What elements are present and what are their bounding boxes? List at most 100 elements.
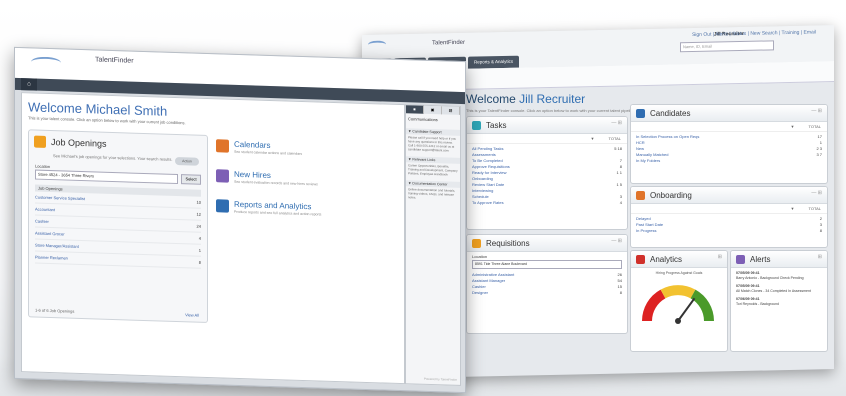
module-text: Reports and Analytics Produce reports and… <box>234 200 321 217</box>
location-select-button[interactable]: Select <box>181 174 201 185</box>
side-tab-2[interactable]: ▣ <box>424 105 442 115</box>
candidate-label: In My Folders <box>636 158 661 163</box>
requisitions-title: Requisitions <box>486 238 530 248</box>
main-content: Welcome Michael Smith This is your talen… <box>21 92 405 385</box>
onboarding-title: Onboarding <box>650 190 692 200</box>
manager-console-window: TalentFinder ⌂ Welcome Michael Smith Thi… <box>14 46 466 394</box>
requisition-label: Designer <box>472 290 489 295</box>
col-total: TOTAL <box>608 136 621 141</box>
alert-text: All Match Clones - 34 Completed In Asses… <box>736 288 811 293</box>
module-calendars[interactable]: Calendars See student calendar actions an… <box>216 139 302 156</box>
tasks-col-header: ▼ TOTAL <box>467 134 627 144</box>
job-count: 4 <box>198 235 201 241</box>
job-openings-action-button[interactable]: Action <box>175 156 199 166</box>
onboarding-col-header: ▼ TOTAL <box>631 204 827 214</box>
job-openings-list: Customer Service Specialist 10 Accountant 1… <box>29 191 207 269</box>
hiring-gauge <box>642 285 714 324</box>
product-name: TalentFinder <box>95 56 134 65</box>
gauge-red <box>642 289 666 322</box>
candidates-rows: In Selection Process on Open Reqs 17 HCR 1 N… <box>631 132 827 166</box>
panel-controls-icon[interactable]: ⊞ <box>718 254 722 260</box>
onboarding-rows: Delayed 2 Past Start Date 3 In Progress 8 <box>631 214 827 236</box>
company-logo <box>368 40 386 50</box>
job-count: 12 <box>196 211 201 217</box>
candidate-row[interactable]: In My Folders <box>636 158 822 164</box>
alert-list: 07/05/09 09:41 Barry Antonio - Background… <box>731 268 827 313</box>
alert-text: Tori Reynolds - Background <box>736 301 779 306</box>
panel-controls-icon[interactable]: ⊞ <box>818 254 822 260</box>
tasks-panel: Tasks — ⊞ ▼ TOTAL All Pending Tasks 5 18 As… <box>466 116 628 230</box>
side-tabs: ■ ▣ ▤ <box>406 105 460 115</box>
tasks-icon <box>472 120 481 130</box>
job-title: Cashier <box>35 218 49 224</box>
job-openings-count: 1-6 of 6 Job Openings <box>35 307 75 314</box>
powered-by: Powered by TalentFinder <box>423 376 457 382</box>
search-input[interactable]: Name, ID, Email <box>680 40 774 53</box>
alert-item[interactable]: 07/06/09 09:41 Tori Reynolds - Background <box>736 297 822 306</box>
side-tab-3[interactable]: ▤ <box>442 106 460 115</box>
candidates-header: Candidates <box>631 105 827 122</box>
side-tab-1[interactable]: ■ <box>406 105 424 114</box>
module-reports-analytics[interactable]: Reports and Analytics Produce reports and… <box>216 199 321 217</box>
requisitions-rows: Administrative Assistant 26 Assistant Mana… <box>467 270 627 298</box>
task-label: To Approve Rates <box>472 200 504 205</box>
alerts-title: Alerts <box>750 254 771 264</box>
gauge-green <box>690 289 714 322</box>
job-title: Customer Service Specialist <box>35 194 86 202</box>
welcome-prefix: Welcome <box>28 99 82 117</box>
gauge-yellow <box>660 285 696 299</box>
col-total: TOTAL <box>808 206 821 211</box>
tasks-rows: All Pending Tasks 5 18 Assessments To Be Co… <box>467 144 627 208</box>
job-title: Store Manager/Assistant <box>35 242 79 249</box>
side-section-text: Career Opportunities, Benefits, Training… <box>408 163 458 177</box>
task-values: 1 5 <box>616 182 622 187</box>
alerts-panel: Alerts ⊞ 07/05/09 09:41 Barry Antonio - B… <box>730 250 828 352</box>
panel-controls-icon[interactable]: — ⊞ <box>611 120 622 126</box>
alert-item[interactable]: 07/05/09 09:41 Barry Antonio - Background… <box>736 271 822 280</box>
module-text: Calendars See student calendar actions an… <box>234 140 302 156</box>
analytics-chart-title: Hiring Progress Against Goals <box>655 271 703 275</box>
requisitions-filter-label: Location <box>472 254 488 259</box>
requisition-row[interactable]: Designer 8 <box>472 290 622 296</box>
tab-reports-analytics[interactable]: Reports & Analytics <box>468 55 520 69</box>
welcome-name: Michael Smith <box>85 101 168 119</box>
gauge-needle <box>677 297 696 322</box>
view-all-link[interactable]: View All <box>185 312 199 317</box>
new-hires-icon <box>216 169 229 183</box>
job-count: 1 <box>198 247 201 253</box>
alerts-icon <box>736 254 745 264</box>
side-section-text: Online documentation and tutorials, trai… <box>408 187 456 200</box>
candidates-col-header: ▼ TOTAL <box>631 122 827 132</box>
col-new: ▼ <box>590 136 595 141</box>
alert-item[interactable]: 07/05/09 09:41 All Match Clones - 34 Comp… <box>736 284 822 293</box>
module-new-hires[interactable]: New Hires See student evaluation records … <box>216 169 318 186</box>
job-count: 10 <box>196 199 201 205</box>
side-sections: ▼ Candidate Support Please call if you ne… <box>406 128 460 202</box>
panel-controls-icon[interactable]: — ⊞ <box>611 238 622 244</box>
onboarding-values: 8 <box>819 228 822 233</box>
gauge-hub <box>675 318 681 324</box>
panel-controls-icon[interactable]: — ⊞ <box>811 190 822 196</box>
analytics-icon <box>636 254 645 264</box>
col-new: ▼ <box>790 124 795 129</box>
onboarding-header: Onboarding <box>631 187 827 204</box>
panel-controls-icon[interactable]: — ⊞ <box>811 108 822 114</box>
alerts-header: Alerts <box>731 251 827 268</box>
home-icon[interactable]: ⌂ <box>21 78 37 91</box>
job-count: 8 <box>198 259 201 265</box>
side-section-text: Please call if you need help or if you h… <box>408 135 457 153</box>
module-desc: See student calendar actions and calenda… <box>234 149 303 156</box>
requisitions-filter-select[interactable]: 8591 Tide Three Alane Boulevard <box>472 260 622 269</box>
onboarding-panel: Onboarding — ⊞ ▼ TOTAL Delayed 2 Past Start… <box>630 186 828 248</box>
utility-links[interactable]: Sign Out | Alerts | Status | New Search … <box>692 29 816 38</box>
task-row[interactable]: To Approve Rates 4 <box>472 200 622 206</box>
job-openings-footer: 1-6 of 6 Job Openings View All <box>35 308 199 318</box>
requisitions-icon <box>472 238 481 248</box>
job-openings-icon <box>34 135 46 148</box>
onboarding-row[interactable]: In Progress 8 <box>636 228 822 234</box>
welcome-prefix: Welcome <box>466 92 516 106</box>
requisition-values: 8 <box>619 290 622 295</box>
onboarding-icon <box>636 190 645 200</box>
module-text: New Hires See student evaluation records … <box>234 170 318 187</box>
screenshot-stage: TalentFinder Jill Recruiter Sign Out | A… <box>0 0 846 396</box>
